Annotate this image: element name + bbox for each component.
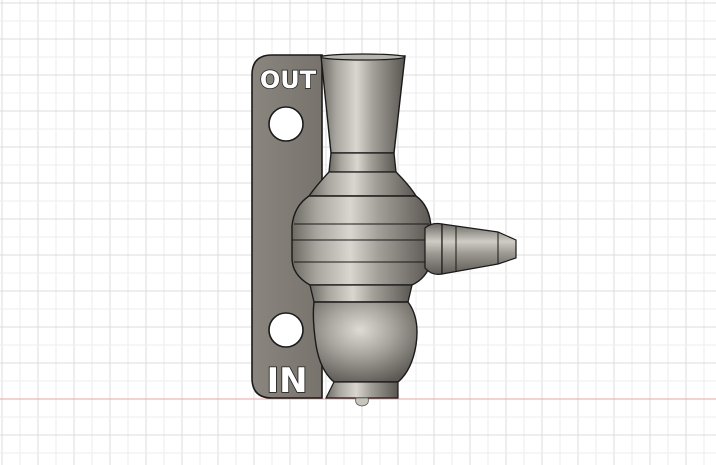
funnel-rim bbox=[320, 53, 406, 61]
inlet-bulb[interactable] bbox=[312, 301, 418, 407]
outlet-label: OUT bbox=[260, 66, 317, 94]
inlet-stub bbox=[355, 397, 369, 407]
bulb-shape bbox=[312, 301, 418, 383]
lower-collar bbox=[309, 284, 413, 303]
model-render[interactable]: OUT IN bbox=[0, 0, 716, 465]
tee-body[interactable] bbox=[291, 195, 432, 286]
funnel-cone bbox=[320, 55, 406, 154]
bulb-foot bbox=[325, 381, 399, 399]
funnel-collar bbox=[328, 152, 397, 173]
3d-viewport[interactable]: OUT IN bbox=[0, 0, 716, 465]
collar-ring bbox=[309, 284, 413, 303]
inlet-label: IN bbox=[266, 361, 307, 401]
side-barb-nozzle[interactable] bbox=[424, 222, 517, 275]
outlet-funnel[interactable] bbox=[320, 53, 406, 173]
mounting-hole-top bbox=[268, 106, 304, 142]
nozzle-base bbox=[424, 222, 443, 275]
neck-flare bbox=[307, 171, 418, 197]
nozzle-barb bbox=[441, 223, 517, 275]
upper-neck bbox=[307, 171, 418, 197]
mounting-hole-bottom bbox=[268, 312, 304, 348]
